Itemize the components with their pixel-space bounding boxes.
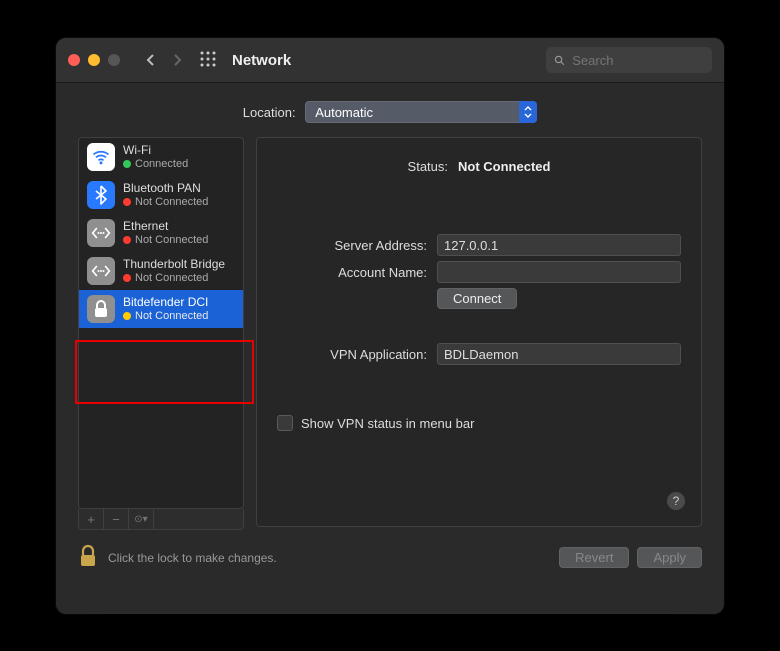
search-field[interactable] [546,47,712,73]
search-icon [554,54,565,67]
bluetooth-icon [87,181,115,209]
footer: Click the lock to make changes. Revert A… [56,530,724,585]
server-address-input[interactable] [437,234,681,256]
window-title: Network [232,52,291,69]
location-row: Location: Automatic [56,83,724,137]
status-label: Status: [408,159,458,174]
service-status: Not Connected [135,271,208,285]
thunderbolt-icon [87,257,115,285]
service-item-vpn[interactable]: Bitdefender DCI Not Connected [79,290,243,328]
service-status: Not Connected [135,233,208,247]
services-list[interactable]: Wi-Fi Connected Bluetooth PAN Not Connec… [78,137,244,509]
status-dot-icon [123,236,131,244]
search-input[interactable] [570,52,704,69]
service-actions-button[interactable]: ⊙▾ [129,509,154,529]
account-name-input[interactable] [437,261,681,283]
services-sidebar: Wi-Fi Connected Bluetooth PAN Not Connec… [78,137,244,530]
service-item-thunderbolt[interactable]: Thunderbolt Bridge Not Connected [79,252,243,290]
apply-button[interactable]: Apply [637,547,702,568]
service-item-ethernet[interactable]: Ethernet Not Connected [79,214,243,252]
preferences-window: Network Location: Automatic Wi-Fi [56,38,724,614]
service-item-bluetooth[interactable]: Bluetooth PAN Not Connected [79,176,243,214]
titlebar: Network [56,38,724,83]
status-dot-icon [123,160,131,168]
status-dot-icon [123,312,131,320]
vpn-application-label: VPN Application: [277,347,437,362]
connect-button[interactable]: Connect [437,288,517,309]
add-service-button[interactable]: + [79,509,104,529]
revert-button[interactable]: Revert [559,547,629,568]
help-button[interactable]: ? [667,492,685,510]
zoom-window-button[interactable] [108,54,120,66]
remove-service-button[interactable]: − [104,509,129,529]
service-name: Thunderbolt Bridge [123,257,225,271]
service-status: Not Connected [135,195,208,209]
service-name: Wi-Fi [123,143,188,157]
minimize-window-button[interactable] [88,54,100,66]
server-address-label: Server Address: [277,238,437,253]
service-item-wifi[interactable]: Wi-Fi Connected [79,138,243,176]
location-popup[interactable]: Automatic [305,101,537,123]
forward-button[interactable] [166,49,188,71]
popup-arrows-icon [519,101,537,123]
show-vpn-status-label: Show VPN status in menu bar [301,416,474,431]
detail-panel: Status: Not Connected Server Address: Ac… [256,137,702,527]
service-name: Bluetooth PAN [123,181,208,195]
location-label: Location: [243,105,296,120]
account-name-label: Account Name: [277,265,437,280]
lock-icon [87,295,115,323]
list-toolbar: + − ⊙▾ [78,509,244,530]
show-vpn-status-checkbox[interactable] [277,415,293,431]
vpn-application-input[interactable] [437,343,681,365]
status-dot-icon [123,198,131,206]
status-dot-icon [123,274,131,282]
window-controls [68,54,120,66]
back-button[interactable] [140,49,162,71]
service-status: Not Connected [135,309,208,323]
ethernet-icon [87,219,115,247]
service-status: Connected [135,157,188,171]
status-value: Not Connected [458,159,550,174]
lock-message: Click the lock to make changes. [108,551,277,565]
wifi-icon [87,143,115,171]
close-window-button[interactable] [68,54,80,66]
show-all-button[interactable] [200,51,216,70]
lock-button[interactable] [78,544,98,571]
service-name: Ethernet [123,219,208,233]
location-value: Automatic [315,105,373,120]
service-name: Bitdefender DCI [123,295,208,309]
